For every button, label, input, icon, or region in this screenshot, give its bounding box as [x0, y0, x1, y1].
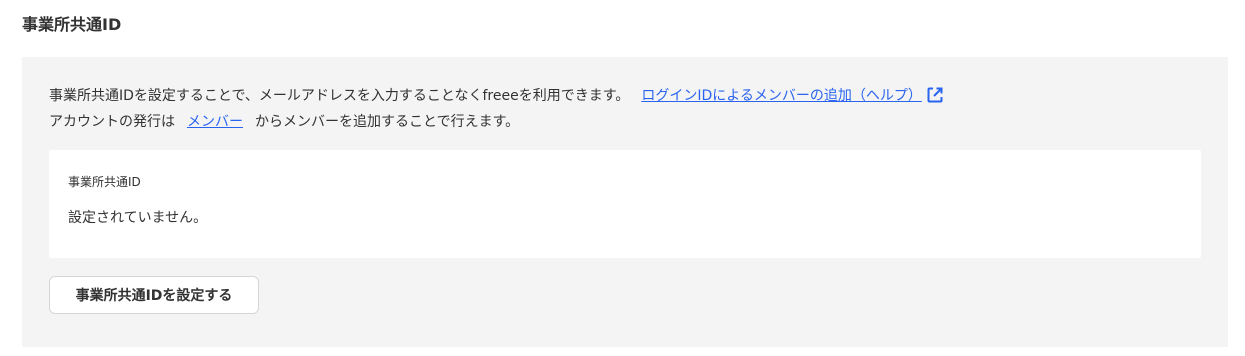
shared-id-value: 設定されていません。	[68, 210, 208, 226]
description-line-2: アカウントの発行は メンバー からメンバーを追加することで行えます。	[49, 111, 944, 133]
help-link[interactable]: ログインIDによるメンバーの追加（ヘルプ）	[641, 87, 944, 104]
member-link[interactable]: メンバー	[187, 114, 243, 130]
description-prefix: アカウントの発行は	[49, 114, 175, 130]
shared-id-info-box: 事業所共通ID 設定されていません。	[49, 150, 1201, 258]
description: 事業所共通IDを設定することで、メールアドレスを入力することなくfreeeを利用…	[49, 85, 944, 133]
shared-id-label: 事業所共通ID	[68, 175, 141, 189]
section-title: 事業所共通ID	[22, 15, 122, 34]
description-text: 事業所共通IDを設定することで、メールアドレスを入力することなくfreeeを利用…	[49, 88, 630, 104]
external-link-icon	[926, 86, 944, 111]
settings-panel: 事業所共通IDを設定することで、メールアドレスを入力することなくfreeeを利用…	[22, 57, 1228, 347]
page: 事業所共通ID 事業所共通IDを設定することで、メールアドレスを入力することなく…	[0, 0, 1245, 356]
set-shared-id-button[interactable]: 事業所共通IDを設定する	[49, 276, 259, 314]
description-line-1: 事業所共通IDを設定することで、メールアドレスを入力することなくfreeeを利用…	[49, 85, 944, 111]
description-suffix: からメンバーを追加することで行えます。	[255, 114, 520, 130]
help-link-label: ログインIDによるメンバーの追加（ヘルプ）	[641, 88, 922, 104]
